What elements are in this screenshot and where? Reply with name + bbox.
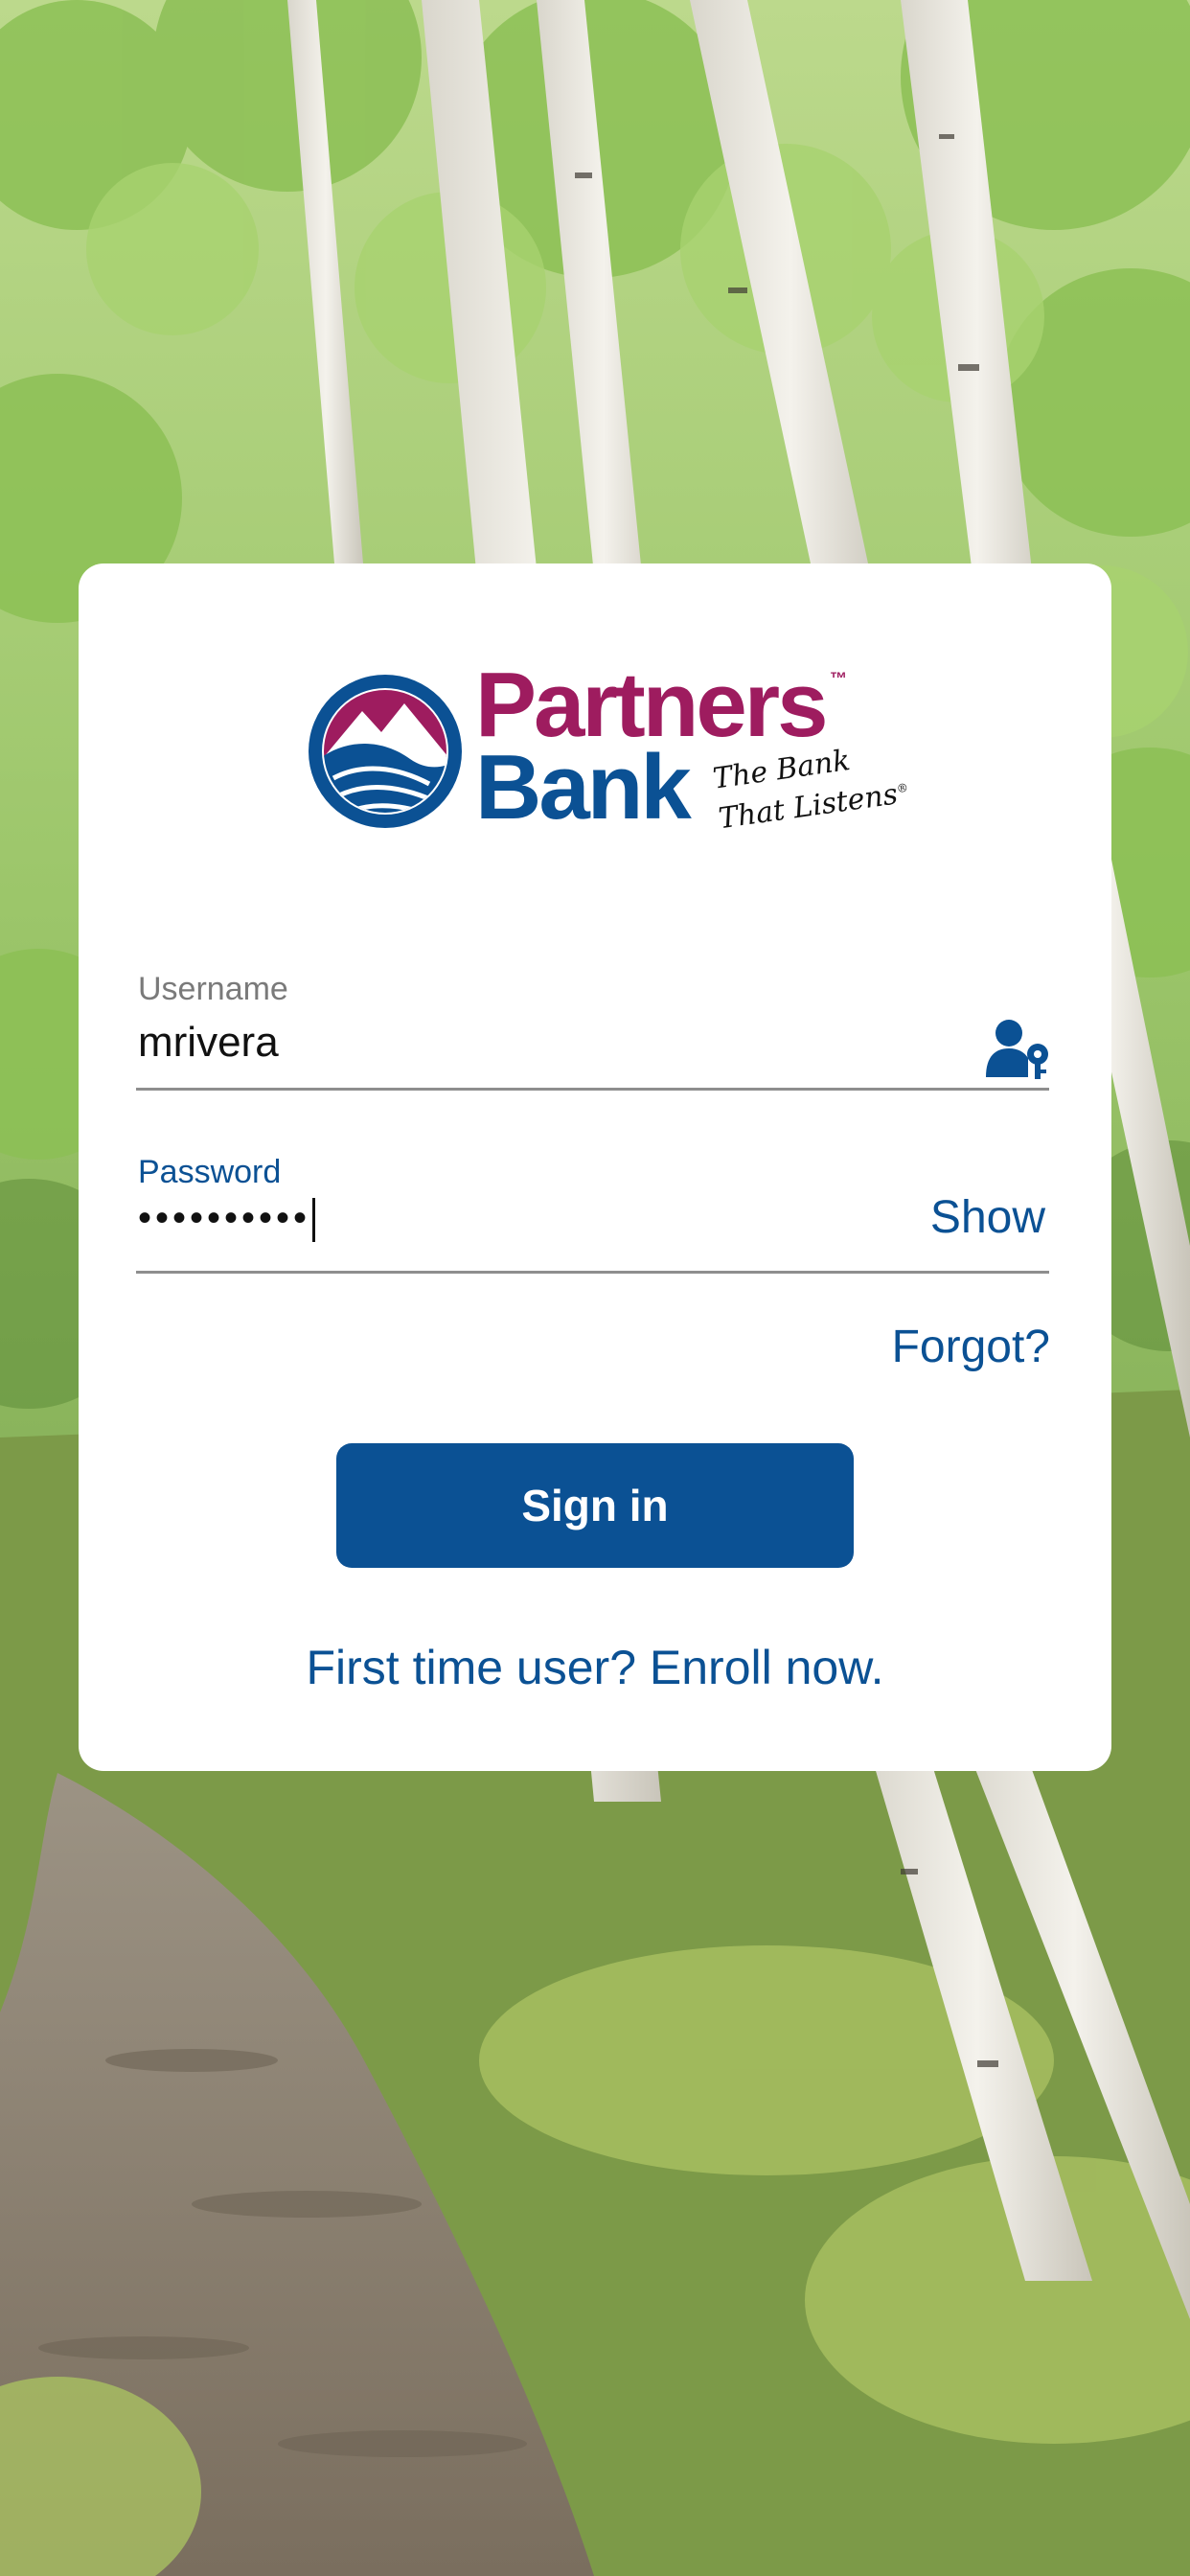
- user-key-icon[interactable]: [986, 1018, 1049, 1079]
- partners-bank-logo: Partners ™ Bank The Bank That Listens®: [305, 659, 909, 853]
- username-label: Username: [138, 971, 288, 1007]
- login-card: Partners ™ Bank The Bank That Listens® U…: [79, 564, 1111, 1771]
- show-password-button[interactable]: Show: [930, 1191, 1045, 1245]
- sign-in-button[interactable]: Sign in: [336, 1443, 854, 1568]
- username-field[interactable]: Username mrivera: [136, 970, 1049, 1091]
- mountain-wave-emblem-icon: [305, 671, 466, 832]
- text-cursor: [312, 1198, 316, 1243]
- tagline-registered-mark: ®: [895, 780, 909, 796]
- username-input-value[interactable]: mrivera: [138, 1018, 279, 1068]
- password-label: Password: [138, 1154, 282, 1190]
- password-input-value[interactable]: ••••••••••: [138, 1193, 316, 1243]
- forgot-link[interactable]: Forgot?: [892, 1321, 1050, 1374]
- login-screen: Partners ™ Bank The Bank That Listens® U…: [0, 0, 1190, 2576]
- logo-trademark: ™: [830, 669, 847, 688]
- password-masked-text: ••••••••••: [138, 1197, 311, 1239]
- enroll-link[interactable]: First time user? Enroll now.: [79, 1639, 1111, 1696]
- logo-word-bank: Bank: [475, 736, 692, 839]
- password-field[interactable]: Password •••••••••• Show: [136, 1153, 1049, 1274]
